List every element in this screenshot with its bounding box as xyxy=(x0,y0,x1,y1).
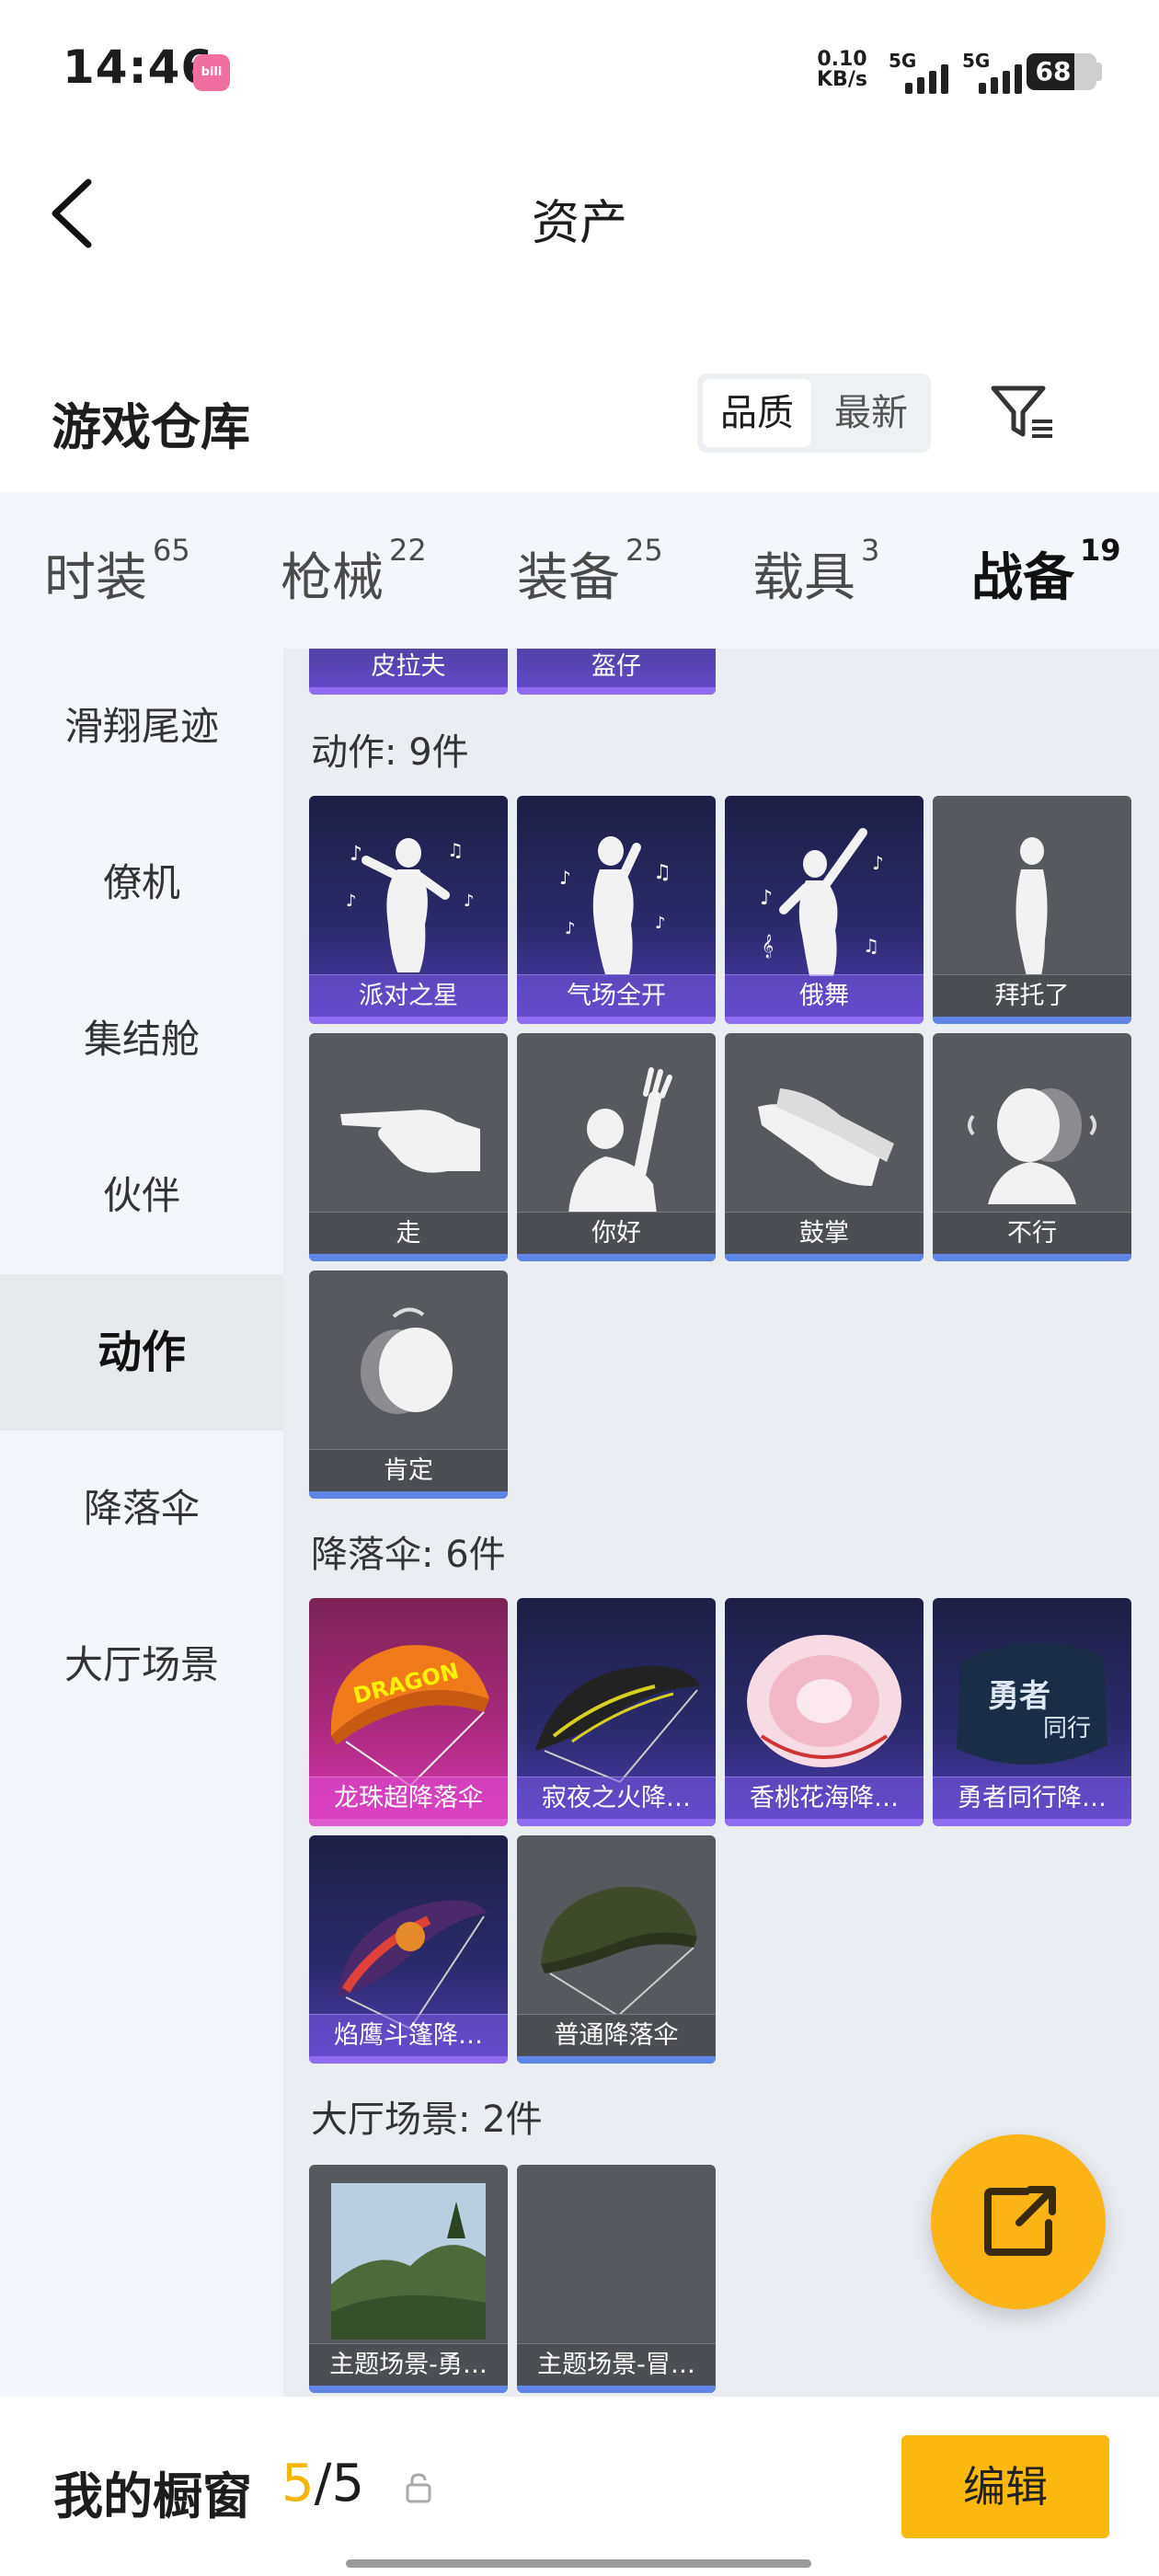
tab-vehicles[interactable]: 载具 3 xyxy=(752,533,879,611)
svg-text:♫: ♫ xyxy=(653,861,671,884)
lock-icon xyxy=(406,2473,431,2503)
category-tabs: 时装 65 枪械 22 装备 25 载具 3 战备 19 xyxy=(0,492,1159,665)
sort-quality-button[interactable]: 品质 xyxy=(703,379,811,447)
section-title: 游戏仓库 xyxy=(52,398,250,456)
tab-equipment[interactable]: 装备 25 xyxy=(517,533,663,611)
edit-button[interactable]: 编辑 xyxy=(901,2435,1109,2538)
item-card[interactable]: 肯定 xyxy=(309,1271,508,1499)
svg-text:𝄞: 𝄞 xyxy=(762,934,774,958)
sidebar-item-lobby-scene[interactable]: 大厅场景 xyxy=(0,1587,283,1743)
svg-text:♪: ♪ xyxy=(346,891,357,911)
svg-text:♪: ♪ xyxy=(872,852,884,874)
svg-text:♪: ♪ xyxy=(350,843,362,866)
svg-text:♪: ♪ xyxy=(559,867,571,889)
item-card[interactable]: 焰鹰斗篷降… xyxy=(309,1835,508,2064)
item-card[interactable]: 普通降落伞 xyxy=(517,1835,716,2064)
item-card[interactable]: 寂夜之火降… xyxy=(517,1598,716,1826)
sidebar-item-companion[interactable]: 伙伴 xyxy=(0,1118,283,1274)
item-card[interactable]: 盔仔 xyxy=(517,649,716,695)
battery-tip xyxy=(1096,63,1102,81)
sort-latest-button[interactable]: 最新 xyxy=(817,379,925,447)
share-button[interactable] xyxy=(931,2134,1106,2309)
item-card[interactable]: ♪ ♫ ♪ ♪ 派对之星 xyxy=(309,796,508,1024)
external-link-icon xyxy=(984,2186,1056,2256)
svg-text:勇者: 勇者 xyxy=(988,1678,1050,1715)
item-card[interactable]: 香桃花海降… xyxy=(725,1598,924,1826)
item-card[interactable]: 勇者 同行 勇者同行降… xyxy=(933,1598,1131,1826)
nav-bar: 资产 xyxy=(0,138,1159,285)
sidebar-item-parachute[interactable]: 降落伞 xyxy=(0,1431,283,1587)
sort-toggle: 品质 最新 xyxy=(697,374,931,453)
tab-weapons[interactable]: 枪械 22 xyxy=(281,533,427,611)
page-title: 资产 xyxy=(531,196,627,251)
item-card[interactable]: ♪ ♫ ♪ ♪ 气场全开 xyxy=(517,796,716,1024)
sidebar: 滑翔尾迹 僚机 集结舱 伙伴 动作 降落伞 大厅场景 xyxy=(0,649,283,2397)
bilibili-app-icon: bili xyxy=(193,54,230,91)
status-bar: 14:46 bili 0.10 KB/s 5G 5G 68 xyxy=(0,0,1159,138)
sidebar-item-emotes[interactable]: 动作 xyxy=(0,1274,283,1431)
section-title-parachutes: 降落伞: 6件 xyxy=(311,1534,506,1576)
clock: 14:46 xyxy=(63,40,214,94)
section-title-emotes: 动作: 9件 xyxy=(311,731,469,774)
item-card[interactable]: 你好 xyxy=(517,1033,716,1261)
battery-icon: 68 xyxy=(1027,53,1096,90)
item-card[interactable]: 皮拉夫 xyxy=(309,649,508,695)
svg-text:同行: 同行 xyxy=(1043,1715,1091,1742)
item-card[interactable]: 走 xyxy=(309,1033,508,1261)
sidebar-item-wingman[interactable]: 僚机 xyxy=(0,805,283,961)
warehouse-header: 游戏仓库 xyxy=(0,350,1159,488)
sidebar-item-assembly-pod[interactable]: 集结舱 xyxy=(0,961,283,1118)
item-card[interactable]: ♪ 𝄞 ♪ ♫ 俄舞 xyxy=(725,796,924,1024)
item-card[interactable]: 不行 xyxy=(933,1033,1131,1261)
tab-combat-prep[interactable]: 战备 19 xyxy=(971,533,1121,665)
home-indicator xyxy=(346,2559,811,2568)
svg-text:♫: ♫ xyxy=(863,935,879,957)
svg-text:♪: ♪ xyxy=(655,914,666,933)
item-card[interactable]: 拜托了 xyxy=(933,796,1131,1024)
tab-costume[interactable]: 时装 65 xyxy=(44,533,190,611)
item-card[interactable]: 主题场景-冒… xyxy=(517,2165,716,2393)
showcase-count: 5/5 xyxy=(281,2454,365,2513)
section-title-lobby-scenes: 大厅场景: 2件 xyxy=(311,2099,543,2141)
filter-button[interactable] xyxy=(990,383,1056,443)
sidebar-item-glide-trail[interactable]: 滑翔尾迹 xyxy=(0,649,283,805)
item-card[interactable]: DRAGON 龙珠超降落伞 xyxy=(309,1598,508,1826)
svg-text:♪: ♪ xyxy=(760,887,773,910)
showcase-title: 我的橱窗 xyxy=(53,2467,252,2525)
showcase-bar: 我的橱窗 5/5 编辑 xyxy=(0,2397,1159,2576)
network-speed: 0.10 KB/s xyxy=(817,48,867,91)
svg-text:♪: ♪ xyxy=(565,919,576,938)
item-card[interactable]: 鼓掌 xyxy=(725,1033,924,1261)
svg-text:♪: ♪ xyxy=(464,891,475,911)
filter-icon xyxy=(991,385,1052,438)
svg-text:♫: ♫ xyxy=(447,839,464,861)
item-card[interactable]: 主题场景-勇… xyxy=(309,2165,508,2393)
